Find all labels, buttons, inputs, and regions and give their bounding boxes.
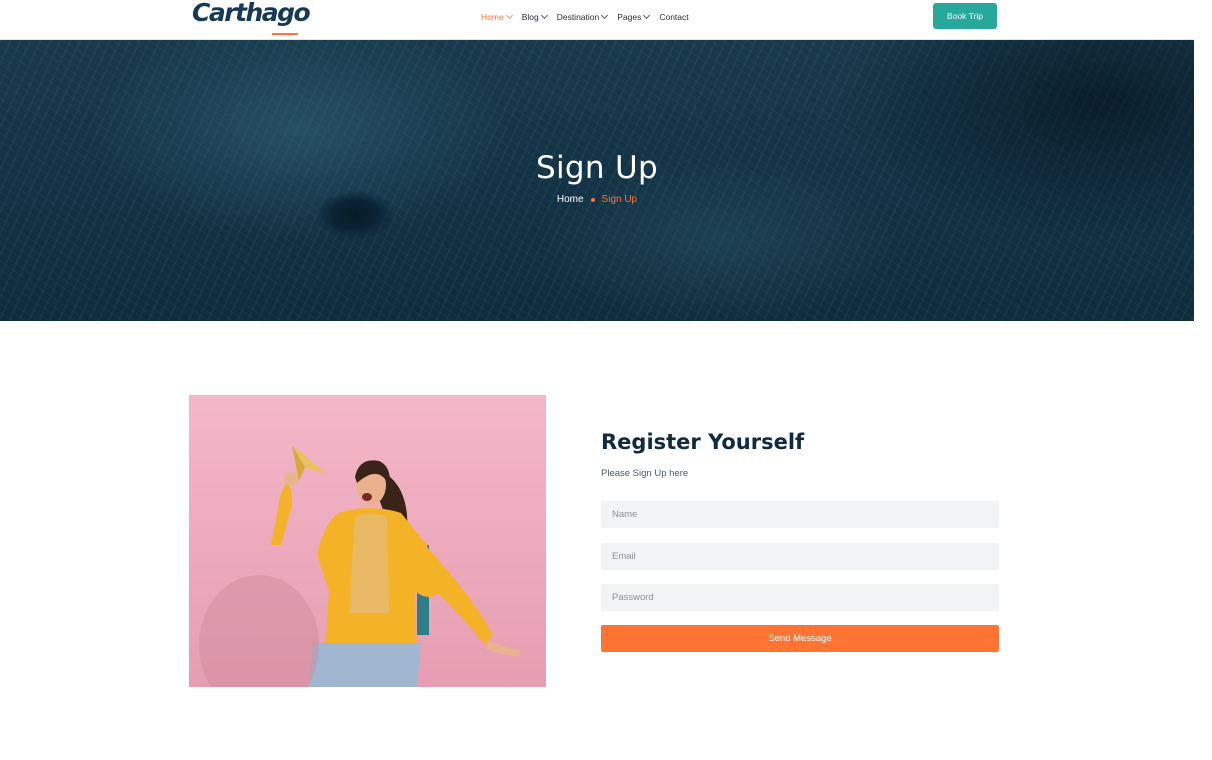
nav-item-pages[interactable]: Pages — [617, 11, 651, 22]
nav-item-contact[interactable]: Contact — [659, 12, 688, 22]
form-title: Register Yourself — [601, 430, 805, 454]
chevron-down-icon — [643, 11, 651, 20]
password-field[interactable] — [601, 584, 999, 611]
form-subtitle: Please Sign Up here — [601, 468, 689, 479]
site-logo[interactable]: Carthago — [192, 0, 311, 38]
nav-item-destination[interactable]: Destination — [556, 11, 609, 22]
chevron-down-icon — [540, 11, 548, 20]
traveler-photo — [189, 395, 546, 687]
site-header: Carthago Home Blog Destination Pages Con… — [0, 0, 1194, 40]
main-nav: Home Blog Destination Pages Contact — [481, 10, 689, 24]
nav-item-label: Destination — [556, 12, 600, 22]
nav-item-label: Home — [481, 12, 504, 22]
logo-wordmark: Carthago — [192, 0, 311, 27]
logo-underline — [272, 33, 298, 35]
chevron-down-icon — [505, 11, 513, 20]
page-hero: Sign Up Home Sign Up — [0, 40, 1194, 321]
page-title: Sign Up — [536, 150, 658, 186]
nav-item-blog[interactable]: Blog — [521, 11, 548, 22]
name-field[interactable] — [601, 501, 999, 528]
traveler-illustration — [199, 445, 521, 687]
chevron-down-icon — [601, 11, 609, 20]
nav-item-label: Contact — [659, 12, 689, 22]
breadcrumb-home-link[interactable]: Home — [557, 194, 584, 205]
email-field[interactable] — [601, 543, 999, 570]
book-trip-button[interactable]: Book Trip — [933, 3, 997, 29]
send-message-button[interactable]: Send Message — [601, 625, 999, 652]
breadcrumb-separator-dot — [590, 197, 595, 202]
nav-item-label: Blog — [521, 12, 539, 22]
breadcrumb: Home Sign Up — [0, 194, 1194, 205]
nav-item-label: Pages — [617, 12, 642, 22]
nav-item-home[interactable]: Home — [481, 11, 513, 22]
breadcrumb-current: Sign Up — [601, 194, 638, 205]
